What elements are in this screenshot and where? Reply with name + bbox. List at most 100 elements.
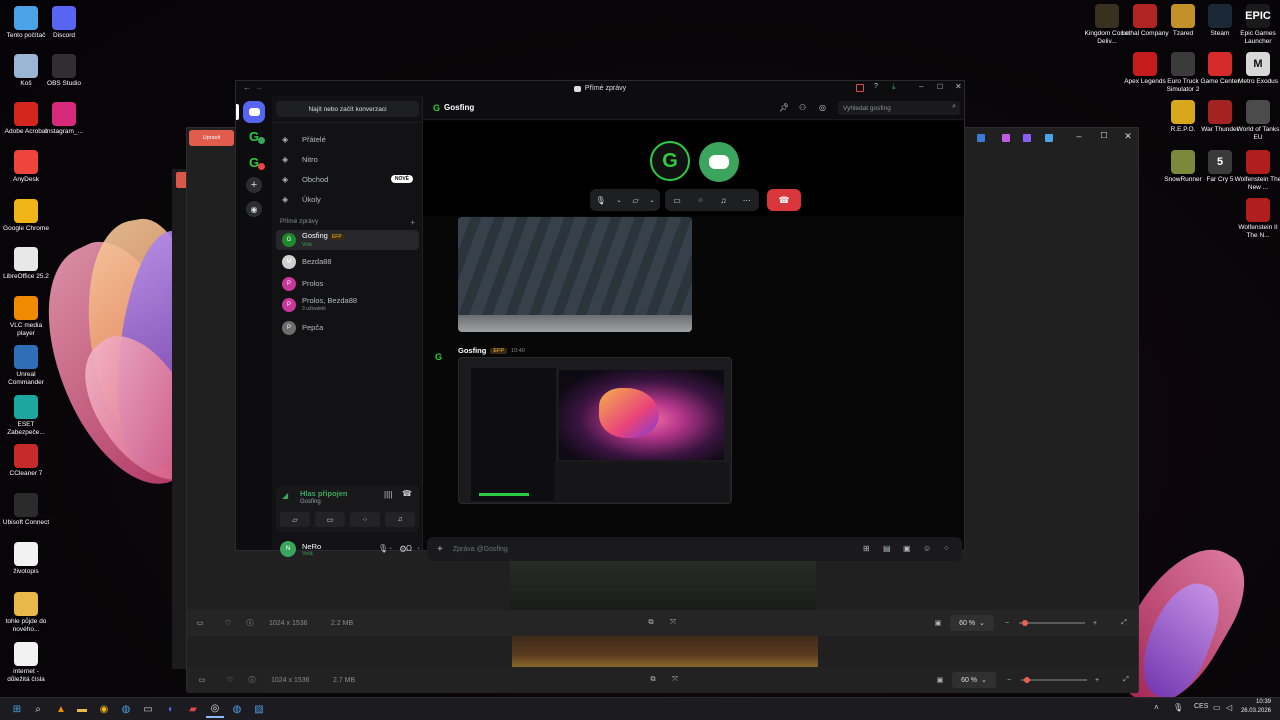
desktop-shortcut[interactable]: CCleaner 7	[2, 444, 50, 478]
chevron-down-icon[interactable]: ⌄	[650, 197, 655, 204]
desktop-shortcut[interactable]: OBS Studio	[40, 54, 88, 88]
message-avatar[interactable]: G	[435, 352, 442, 362]
soundboard-icon[interactable]: ♫	[720, 196, 726, 205]
disconnect-icon[interactable]: ☎	[402, 489, 412, 498]
network-icon[interactable]: ▭	[1213, 703, 1221, 712]
add-dm-icon[interactable]: +	[410, 218, 415, 227]
add-friends-icon[interactable]: ⚇	[799, 103, 806, 112]
desktop-shortcut[interactable]: EPIC Epic Games Launcher	[1234, 4, 1280, 45]
tray-chevron-icon[interactable]: ˄	[1154, 703, 1159, 712]
dm-item[interactable]: G Gosfing EFP Volá	[276, 230, 419, 250]
forward-arrow-icon[interactable]: →	[255, 83, 263, 92]
screen-share-button[interactable]: ▭	[315, 512, 345, 527]
acrobat-taskbar-icon[interactable]: ▰	[184, 700, 202, 718]
desktop-shortcut[interactable]: internet - důležitá čísla	[2, 642, 50, 683]
desktop-shortcut[interactable]: životopis	[2, 542, 50, 576]
voice-channel[interactable]: Gosfing	[300, 499, 321, 505]
inbox-alert-icon[interactable]	[856, 84, 864, 92]
zoom-out-icon[interactable]: −	[1004, 677, 1014, 684]
message-author[interactable]: Gosfing	[458, 346, 486, 355]
close-icon[interactable]: ✕	[1121, 131, 1135, 145]
desktop-shortcut[interactable]: VLC media player	[2, 296, 50, 337]
emoji-icon[interactable]: ☺	[923, 544, 931, 553]
zoom-slider-thumb[interactable]	[1024, 677, 1030, 683]
screen-share-icon[interactable]: ▭	[673, 196, 681, 205]
favorite-icon[interactable]: ♡	[223, 619, 233, 627]
desktop-shortcut[interactable]: Wolfenstein II The N...	[1234, 198, 1280, 239]
message-composer[interactable]: + Zpráva @Gosfing ⊞ ▤ ▣ ☺ ⁘	[427, 537, 962, 561]
fullscreen-icon[interactable]: ⤢	[1121, 676, 1131, 684]
desktop-shortcut[interactable]: Ubisoft Connect	[2, 493, 50, 527]
minimize-icon[interactable]: –	[1072, 131, 1086, 145]
download-icon[interactable]: ⤓	[892, 82, 896, 92]
mic-icon[interactable]: 🎙︎	[595, 196, 605, 205]
maximize-icon[interactable]: ☐	[937, 83, 943, 91]
obs-taskbar-icon[interactable]: ◎	[206, 700, 224, 718]
find-conversation-button[interactable]: Najít nebo začít konverzaci	[276, 101, 419, 117]
tray-mic-icon[interactable]: 🎙︎	[1173, 703, 1183, 712]
messenger-taskbar-icon[interactable]: ◍	[228, 700, 246, 718]
nav-item-quests[interactable]: ◈ Úkoly	[276, 189, 419, 209]
search-input[interactable]: Vyhledat gosfing ⌕	[838, 101, 960, 115]
fit-icon[interactable]: ⤧	[668, 619, 678, 627]
actual-size-icon[interactable]: ▣	[935, 676, 945, 684]
camera-toggle-button[interactable]: ▱	[280, 512, 310, 527]
language-indicator[interactable]: CES	[1194, 703, 1208, 710]
message-image-screenshot[interactable]	[458, 357, 732, 504]
mic-icon[interactable]: 🎙︎	[378, 544, 388, 553]
desktop-shortcut[interactable]: M Metro Exodus	[1234, 52, 1280, 86]
self-call-avatar[interactable]	[699, 142, 739, 182]
vlc-taskbar-icon[interactable]: ▲	[52, 700, 70, 718]
chevron-down-icon[interactable]: ⌄	[416, 544, 421, 551]
zoom-slider[interactable]	[1021, 679, 1087, 681]
add-server-button[interactable]: +	[246, 177, 262, 193]
gosfing-call-avatar[interactable]: G	[650, 141, 690, 181]
info-icon[interactable]: ⓘ	[247, 675, 257, 685]
desktop-shortcut[interactable]: Unreal Commander	[2, 345, 50, 386]
zoom-slider-thumb[interactable]	[1022, 620, 1028, 626]
favorite-icon[interactable]: ♡	[225, 676, 235, 684]
zoom-select[interactable]: 60 % ⌄	[952, 672, 996, 688]
maximize-icon[interactable]: ☐	[1097, 131, 1111, 145]
fullscreen-icon[interactable]: ⤢	[1119, 619, 1129, 627]
nav-item-friends[interactable]: ◈ Přátelé	[276, 129, 419, 149]
desktop-shortcut[interactable]: Wolfenstein The New ...	[1234, 150, 1280, 191]
user-profile-icon[interactable]: ◎	[819, 103, 826, 112]
chevron-down-icon[interactable]: ⌄	[388, 544, 393, 551]
volume-icon[interactable]: ◁	[1226, 703, 1232, 712]
desktop-shortcut[interactable]: Discord	[40, 6, 88, 40]
dm-item[interactable]: P Pepča	[276, 318, 419, 338]
desktop-shortcut[interactable]: LibreOffice 25.2	[2, 247, 50, 281]
message-image-tire[interactable]	[458, 217, 692, 332]
clock[interactable]: 10:39 26.03.2026	[1237, 698, 1271, 716]
filmstrip-icon[interactable]: ▭	[195, 619, 205, 627]
close-icon[interactable]: ✕	[955, 82, 962, 91]
user-avatar[interactable]: N	[280, 541, 296, 557]
desktop-shortcut[interactable]: Google Chrome	[2, 199, 50, 233]
dm-item[interactable]: P Prolos	[276, 274, 419, 294]
help-icon[interactable]: ?	[874, 83, 878, 90]
crop-icon[interactable]: ⧉	[648, 676, 658, 684]
more-icon[interactable]: ⋯	[743, 196, 751, 205]
minimize-icon[interactable]: –	[919, 82, 923, 91]
attach-plus-icon[interactable]: +	[437, 544, 443, 555]
file-explorer-icon[interactable]: ▬	[73, 700, 91, 718]
soundboard-button[interactable]: ♫	[385, 512, 415, 527]
zoom-slider[interactable]	[1019, 622, 1085, 624]
pin-icon[interactable]: 📌︎	[779, 103, 789, 112]
search-icon[interactable]: ⌕	[29, 700, 47, 718]
nav-item-shop[interactable]: ◈ Obchod NOVÉ	[276, 169, 419, 189]
dm-item[interactable]: P Prolos, Bezda88 3 uživatelé	[276, 295, 419, 315]
apps-icon[interactable]: ⁘	[943, 544, 950, 553]
chrome-taskbar-icon[interactable]: ◉	[95, 700, 113, 718]
crop-icon[interactable]: ⧉	[646, 619, 656, 627]
dm-item[interactable]: M Bezda88	[276, 252, 419, 272]
gift-icon[interactable]: ⊞	[863, 544, 870, 553]
desktop-shortcut[interactable]: Instagram_...	[40, 102, 88, 136]
noise-suppression-icon[interactable]: ||||	[384, 490, 392, 499]
clan-tag[interactable]: EFP	[490, 347, 508, 354]
hang-up-button[interactable]: ☎	[767, 189, 801, 211]
zoom-in-icon[interactable]: +	[1092, 677, 1102, 684]
user-info[interactable]: NeRo Volá	[302, 542, 321, 557]
nav-item-nitro[interactable]: ◈ Nitro	[276, 149, 419, 169]
